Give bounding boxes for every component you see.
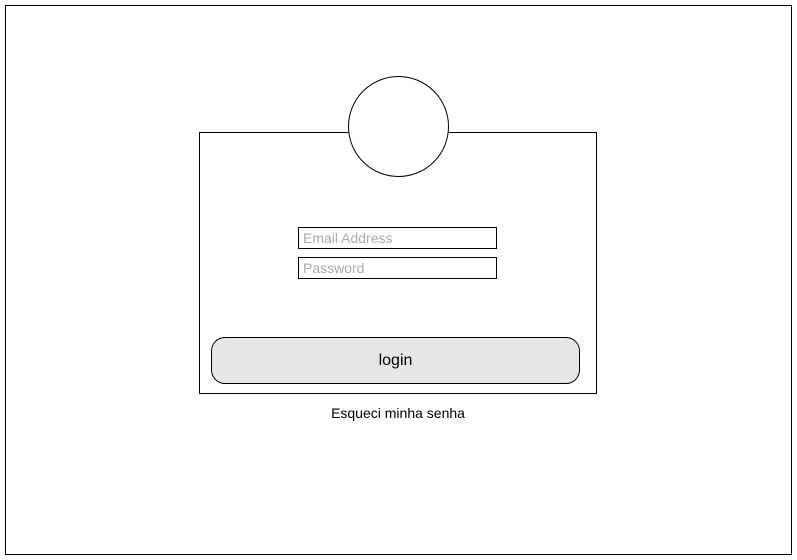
email-field[interactable] — [298, 227, 497, 249]
password-field[interactable] — [298, 257, 497, 279]
forgot-password-link[interactable]: Esqueci minha senha — [248, 405, 548, 421]
login-button[interactable]: login — [211, 337, 580, 384]
avatar — [348, 76, 449, 177]
